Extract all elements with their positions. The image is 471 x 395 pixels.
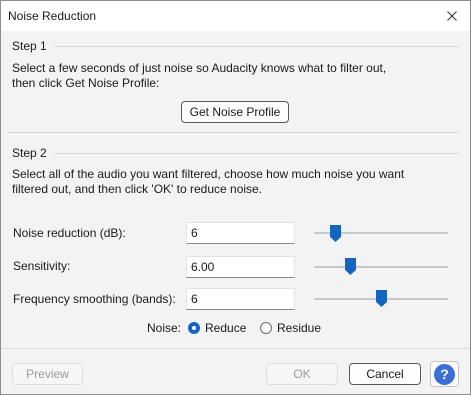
help-button[interactable]: ? (430, 361, 459, 387)
noise-reduction-slider-thumb[interactable] (330, 225, 341, 242)
step1-text-line1: Select a few seconds of just noise so Au… (12, 61, 387, 75)
step1-heading: Step 1 (12, 39, 47, 53)
step2-heading: Step 2 (12, 146, 47, 160)
step1-divider (55, 46, 459, 47)
reduce-radio-label[interactable]: Reduce (205, 321, 246, 335)
residue-radio[interactable] (260, 322, 272, 334)
noise-reduction-input[interactable]: 6 (186, 222, 295, 244)
step1-text-line2: then click Get Noise Profile: (12, 76, 160, 90)
step2-divider (55, 153, 459, 154)
close-button[interactable] (434, 1, 470, 31)
close-icon (447, 11, 457, 21)
noise-reduction-label: Noise reduction (dB): (13, 226, 126, 240)
get-noise-profile-button[interactable]: Get Noise Profile (181, 101, 289, 123)
sensitivity-input[interactable]: 6.00 (186, 256, 295, 278)
sensitivity-label: Sensitivity: (13, 259, 71, 273)
step1-bottom-divider (8, 132, 459, 133)
window-title: Noise Reduction (8, 9, 97, 23)
footer-divider (1, 348, 470, 349)
help-icon: ? (434, 363, 455, 385)
step2-text-line2: filtered out, and then click 'OK' to red… (12, 182, 263, 196)
title-bar: Noise Reduction (1, 1, 470, 31)
sensitivity-slider[interactable] (314, 266, 448, 268)
sensitivity-slider-thumb[interactable] (345, 258, 356, 275)
reduce-radio[interactable] (188, 322, 200, 334)
noise-mode-label: Noise: (147, 321, 182, 335)
preview-button[interactable]: Preview (12, 363, 83, 385)
frequency-smoothing-input[interactable]: 6 (186, 288, 295, 310)
step2-text-line1: Select all of the audio you want filtere… (12, 167, 405, 181)
residue-radio-label[interactable]: Residue (277, 321, 321, 335)
frequency-smoothing-slider-thumb[interactable] (376, 290, 387, 307)
cancel-button[interactable]: Cancel (349, 363, 421, 385)
frequency-smoothing-label: Frequency smoothing (bands): (13, 292, 176, 306)
ok-button[interactable]: OK (266, 363, 338, 385)
noise-reduction-dialog: Noise Reduction Step 1 Select a few seco… (0, 0, 471, 395)
